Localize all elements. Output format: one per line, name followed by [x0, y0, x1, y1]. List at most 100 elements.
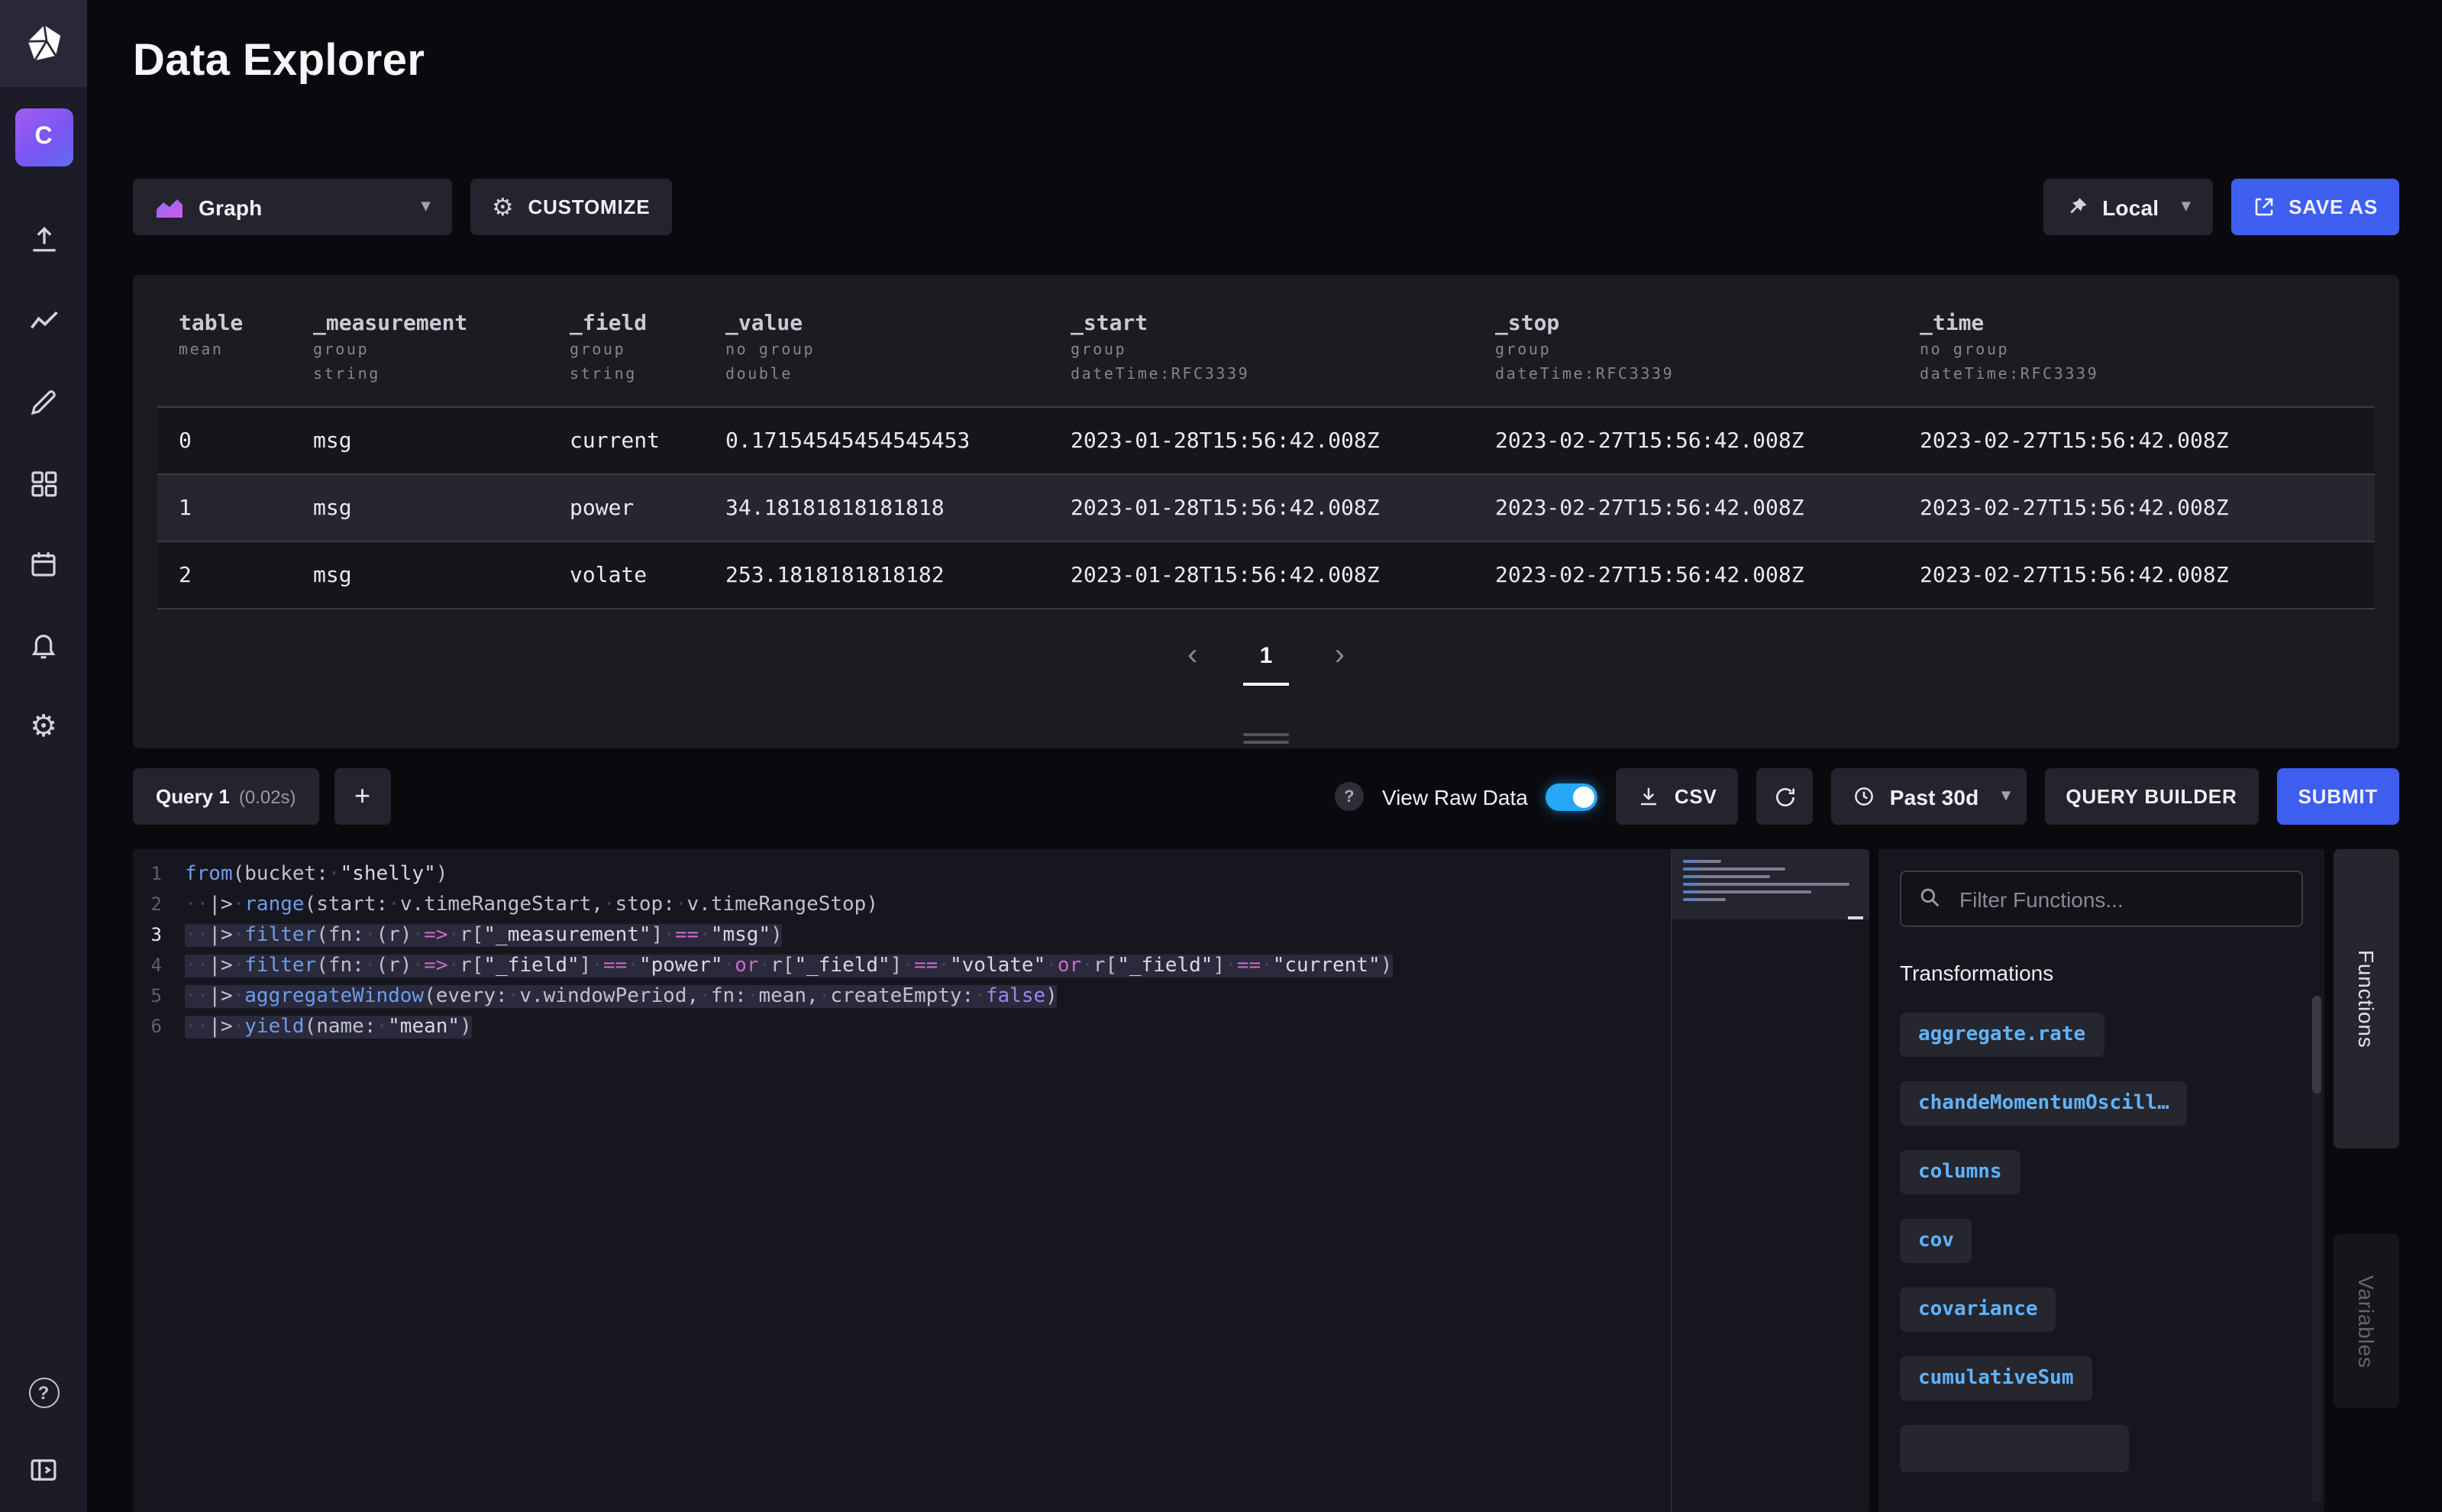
add-query-button[interactable]: +	[334, 768, 391, 825]
pagination: ‹ 1 ›	[157, 640, 2375, 670]
table-cell: 2023-02-27T15:56:42.008Z	[1898, 563, 2375, 587]
table-cell: 2023-01-28T15:56:42.008Z	[1049, 428, 1474, 453]
raw-data-panel: tablemean_measurementgroupstring_fieldgr…	[133, 275, 2399, 748]
minimap-cursor-marker	[1848, 916, 1863, 919]
export-icon	[2252, 195, 2275, 218]
submit-button[interactable]: SUBMIT	[2277, 768, 2399, 825]
table-cell: msg	[292, 428, 548, 453]
table-cell: 2023-02-27T15:56:42.008Z	[1898, 496, 2375, 520]
table-cell: 2023-01-28T15:56:42.008Z	[1049, 496, 1474, 520]
prev-page-button[interactable]: ‹	[1177, 640, 1208, 670]
timezone-dropdown[interactable]: Local ▾	[2043, 179, 2212, 235]
table-cell: msg	[292, 496, 548, 520]
code-line[interactable]: 1from(bucket:·"shelly")	[133, 858, 1669, 889]
functions-list: aggregate.rate chandeMomentumOscill… colum…	[1900, 1013, 2303, 1472]
query-toolbar: Query 1 (0.02s) + ? View Raw Data CSV	[133, 768, 2399, 825]
function-chip[interactable]: cov	[1900, 1219, 1972, 1263]
table-cell: 2023-01-28T15:56:42.008Z	[1049, 563, 1474, 587]
customize-button[interactable]: ⚙ CUSTOMIZE	[470, 179, 671, 235]
side-tabs: Functions Variables	[2334, 849, 2399, 1512]
line-number: 3	[133, 924, 185, 945]
function-chip[interactable]: columns	[1900, 1150, 2020, 1194]
code-line-text: ··|>·aggregateWindow(every:·v.windowPeri…	[185, 984, 1058, 1007]
code-line[interactable]: 5··|>·aggregateWindow(every:·v.windowPer…	[133, 981, 1669, 1011]
graph-icon[interactable]	[25, 302, 62, 339]
view-raw-data-toggle[interactable]	[1546, 783, 1598, 810]
query-builder-button[interactable]: QUERY BUILDER	[2044, 768, 2258, 825]
caret-down-icon: ▾	[422, 199, 431, 215]
results-table-header: tablemean_measurementgroupstring_fieldgr…	[157, 299, 2375, 406]
column-header: _fieldgroupstring	[548, 312, 704, 385]
dashboards-icon[interactable]	[25, 464, 62, 501]
next-page-button[interactable]: ›	[1324, 640, 1355, 670]
filter-functions-input[interactable]	[1900, 871, 2303, 927]
nav-sidebar: C ⚙ ?	[0, 0, 87, 1512]
line-number: 2	[133, 893, 185, 915]
view-type-dropdown[interactable]: Graph ▾	[133, 179, 452, 235]
org-avatar[interactable]: C	[15, 108, 73, 166]
table-cell: 253.1818181818182	[704, 563, 1049, 587]
tab-variables[interactable]: Variables	[2334, 1234, 2399, 1408]
editor-code[interactable]: 1from(bucket:·"shelly")2··|>·range(start…	[133, 858, 1669, 1042]
code-line[interactable]: 6··|>·yield(name:·"mean")	[133, 1011, 1669, 1042]
caret-down-icon: ▾	[2001, 788, 2011, 805]
customize-label: CUSTOMIZE	[528, 195, 651, 218]
code-line[interactable]: 3··|>·filter(fn:·(r)·=>·r["_measurement"…	[133, 919, 1669, 950]
expand-icon[interactable]	[25, 1451, 62, 1488]
table-cell: 0	[157, 428, 292, 453]
bell-icon[interactable]	[25, 626, 62, 663]
column-header: tablemean	[157, 312, 292, 385]
gear-icon[interactable]: ⚙	[25, 707, 62, 744]
function-chip[interactable]: aggregate.rate	[1900, 1013, 2104, 1057]
influxdb-logo-icon	[21, 21, 66, 66]
save-as-label: SAVE AS	[2289, 195, 2378, 218]
calendar-icon[interactable]	[25, 545, 62, 582]
editor-minimap[interactable]	[1671, 849, 1869, 1512]
view-raw-data-label: View Raw Data	[1382, 784, 1528, 809]
app-window: C ⚙ ? Data Explorer Graph ▾ ⚙	[0, 0, 2442, 1512]
tab-functions[interactable]: Functions	[2334, 849, 2399, 1149]
line-number: 6	[133, 1016, 185, 1037]
function-chip[interactable]: covariance	[1900, 1287, 2056, 1332]
function-chip[interactable]: chandeMomentumOscill…	[1900, 1081, 2188, 1126]
time-range-dropdown[interactable]: Past 30d ▾	[1832, 768, 2027, 825]
code-line-text: ··|>·filter(fn:·(r)·=>·r["_measurement"]…	[185, 923, 783, 946]
pin-icon	[2064, 195, 2088, 219]
code-line[interactable]: 4··|>·filter(fn:·(r)·=>·r["_field"]·==·"…	[133, 950, 1669, 981]
save-as-button[interactable]: SAVE AS	[2230, 179, 2399, 235]
flux-editor[interactable]: 1from(bucket:·"shelly")2··|>·range(start…	[133, 849, 1869, 1512]
view-toolbar: Graph ▾ ⚙ CUSTOMIZE Local ▾	[133, 179, 2399, 235]
table-cell: 34.18181818181818	[704, 496, 1049, 520]
panel-resize-handle[interactable]	[1243, 733, 1289, 744]
table-cell: power	[548, 496, 704, 520]
code-line-text: ··|>·filter(fn:·(r)·=>·r["_field"]·==·"p…	[185, 954, 1392, 977]
raw-data-help-icon[interactable]: ?	[1335, 782, 1364, 811]
column-header: _timeno groupdateTime:RFC3339	[1898, 312, 2375, 385]
csv-download-button[interactable]: CSV	[1617, 768, 1739, 825]
functions-scrollbar[interactable]	[2312, 996, 2321, 1503]
function-chip-partial[interactable]	[1900, 1425, 2129, 1472]
functions-panel: Transformations aggregate.rate chandeMome…	[1878, 849, 2324, 1512]
function-chip[interactable]: cumulativeSum	[1900, 1356, 2092, 1401]
influxdb-logo[interactable]	[0, 0, 87, 87]
table-cell: 2023-02-27T15:56:42.008Z	[1474, 428, 1898, 453]
gear-icon: ⚙	[492, 195, 515, 219]
upload-icon[interactable]	[25, 221, 62, 258]
query-tab[interactable]: Query 1 (0.02s)	[133, 768, 319, 825]
refresh-button[interactable]	[1757, 768, 1814, 825]
line-number: 5	[133, 985, 185, 1006]
help-icon[interactable]: ?	[25, 1375, 62, 1411]
pencil-icon[interactable]	[25, 383, 62, 420]
table-cell: current	[548, 428, 704, 453]
scrollbar-thumb[interactable]	[2312, 996, 2321, 1094]
column-header: _startgroupdateTime:RFC3339	[1049, 312, 1474, 385]
code-line[interactable]: 2··|>·range(start:·v.timeRangeStart,·sto…	[133, 889, 1669, 919]
table-cell: volate	[548, 563, 704, 587]
table-cell: 1	[157, 496, 292, 520]
table-cell: 2023-02-27T15:56:42.008Z	[1474, 563, 1898, 587]
table-cell: 2023-02-27T15:56:42.008Z	[1898, 428, 2375, 453]
line-number: 1	[133, 863, 185, 884]
functions-section-title: Transformations	[1900, 961, 2303, 985]
download-icon	[1638, 785, 1661, 808]
sidebar-bottom-nav: ?	[25, 1375, 62, 1512]
